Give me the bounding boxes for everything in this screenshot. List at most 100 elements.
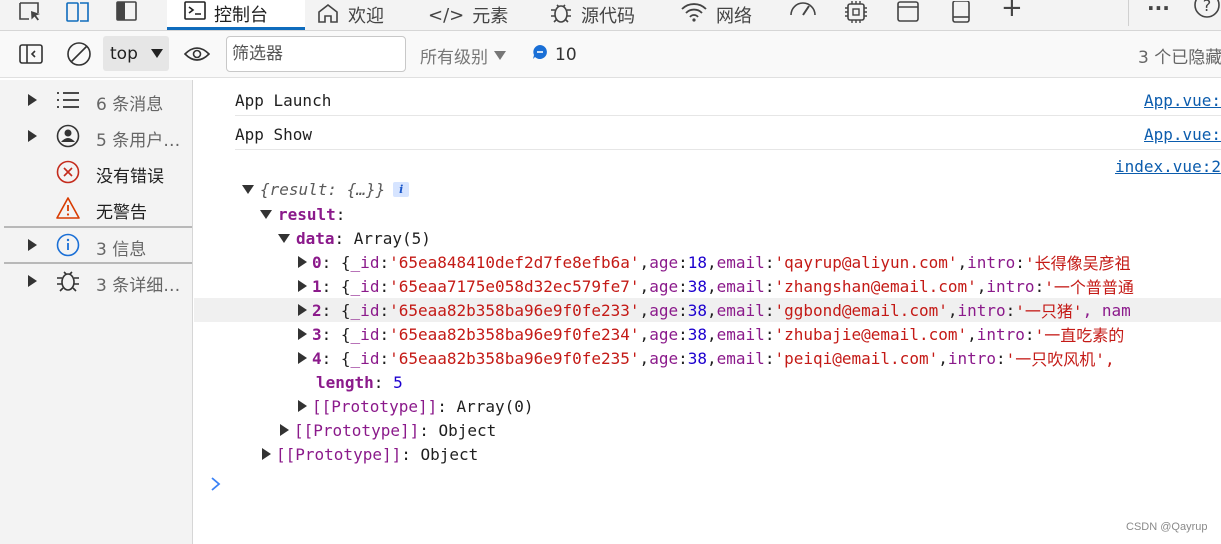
context-selector[interactable]: top (103, 36, 169, 71)
item-intro: '一直吃素的 (1034, 326, 1125, 345)
sidebar-item-errors[interactable]: 没有错误 (0, 154, 192, 190)
sidebar-item-verbose[interactable]: 3 条详细… (0, 263, 192, 299)
home-icon (316, 3, 340, 28)
object-summary: {result: {…}} (260, 179, 386, 199)
issues-counter[interactable]: 10 (531, 43, 577, 66)
property-key: [[Prototype]] (276, 444, 402, 464)
tab-label: 元素 (472, 6, 509, 27)
tab-welcome[interactable]: 欢迎 (316, 0, 384, 30)
context-label: top (110, 43, 138, 64)
console-toolbar: top 所有级别 10 3 个已隐藏 (0, 31, 1221, 78)
clear-console-icon[interactable] (66, 41, 92, 71)
expand-arrow-icon[interactable] (280, 424, 289, 436)
application-icon[interactable] (896, 0, 920, 24)
tab-label: 源代码 (581, 6, 635, 27)
sidebar-item-warnings[interactable]: 无警告 (0, 190, 192, 226)
object-root[interactable]: {result: {…}} i (242, 177, 410, 201)
devtools-tab-bar: 控制台 欢迎 </> 元素 源代码 网络 + ··· ? (0, 0, 1221, 31)
more-options-icon[interactable]: ··· (1147, 0, 1170, 20)
array-item[interactable]: 0: {_id: '65ea848410def2d7fe8efb6a', age… (298, 250, 1131, 274)
svg-text:?: ? (1203, 0, 1212, 15)
toggle-sidebar-icon[interactable] (19, 43, 45, 69)
message-text: App Show (235, 125, 313, 144)
live-expression-icon[interactable] (183, 45, 211, 67)
item-age: 18 (687, 252, 707, 272)
collapse-arrow-icon[interactable] (242, 184, 254, 194)
info-badge-icon[interactable]: i (393, 181, 410, 197)
expand-arrow-icon[interactable] (298, 352, 307, 364)
add-tab-icon[interactable]: + (1001, 0, 1023, 23)
property-key: [[Prototype]] (312, 396, 438, 416)
issues-count: 10 (555, 44, 577, 65)
item-email: 'peiqi@email.com' (774, 348, 939, 368)
source-link[interactable]: App.vue: (1144, 125, 1221, 144)
item-id: '65eaa7175e058d32ec579fe7' (389, 276, 640, 296)
help-icon[interactable]: ? (1193, 0, 1221, 18)
expand-arrow-icon[interactable] (298, 280, 307, 292)
property-value: Array(0) (456, 396, 534, 416)
array-item[interactable]: 1: {_id: '65eaa7175e058d32ec579fe7', age… (298, 274, 1134, 298)
tree-node-prototype[interactable]: [[Prototype]]: Array(0) (298, 394, 534, 418)
collapse-arrow-icon[interactable] (260, 209, 272, 219)
sidebar-item-messages[interactable]: 6 条消息 (0, 82, 192, 118)
bug-icon (55, 268, 81, 294)
expand-arrow-icon[interactable] (28, 239, 37, 251)
sidebar-item-label: 6 条消息 (96, 95, 164, 115)
console-prompt-icon[interactable] (210, 476, 222, 497)
info-icon (55, 232, 81, 258)
tree-node-prototype[interactable]: [[Prototype]]: Object (262, 442, 478, 466)
expand-arrow-icon[interactable] (28, 94, 37, 106)
log-levels-dropdown[interactable]: 所有级别 (420, 43, 506, 68)
tree-node-prototype[interactable]: [[Prototype]]: Object (280, 418, 496, 442)
array-item[interactable]: 4: {_id: '65eaa82b358ba96e9f0fe235', age… (298, 346, 1115, 370)
expand-arrow-icon[interactable] (298, 400, 307, 412)
expand-arrow-icon[interactable] (298, 256, 307, 268)
device-emulation-icon[interactable] (64, 0, 92, 24)
tab-console[interactable]: 控制台 (167, 0, 305, 30)
message-text: App Launch (235, 91, 332, 110)
wifi-icon (680, 2, 708, 28)
code-icon: </> (428, 4, 465, 26)
property-value: Object (438, 420, 497, 440)
sidebar-item-label: 无警告 (96, 203, 147, 223)
source-link[interactable]: App.vue: (1144, 91, 1221, 110)
item-tail: , nam (1082, 300, 1131, 320)
hidden-count: 3 个已隐藏 (1138, 48, 1221, 68)
array-item[interactable]: 2: {_id: '65eaa82b358ba96e9f0fe233', age… (194, 298, 1221, 322)
item-id: '65ea848410def2d7fe8efb6a' (389, 252, 640, 272)
warning-icon (55, 195, 81, 221)
item-index: 3 (312, 324, 322, 344)
tree-node-data[interactable]: data: Array(5) (278, 226, 431, 250)
source-link[interactable]: index.vue:2 (1115, 157, 1221, 176)
inspect-element-icon[interactable] (18, 0, 44, 24)
sidebar-item-info[interactable]: 3 信息 (0, 227, 192, 263)
sidebar-item-label: 5 条用户… (96, 131, 181, 151)
tab-sources[interactable]: 源代码 (549, 0, 635, 30)
dock-side-icon[interactable] (115, 0, 139, 24)
expand-arrow-icon[interactable] (262, 448, 271, 460)
tree-node-result[interactable]: result: (260, 202, 345, 226)
expand-arrow-icon[interactable] (28, 275, 37, 287)
performance-icon[interactable] (789, 0, 817, 24)
property-value: Array(5) (353, 228, 431, 248)
sidebar-item-user-messages[interactable]: 5 条用户… (0, 118, 192, 154)
console-sidebar: 6 条消息 5 条用户… 没有错误 无警告 3 信息 3 条详细… (0, 80, 193, 544)
filter-input[interactable] (226, 36, 406, 72)
memory-icon[interactable] (843, 0, 869, 24)
tab-network[interactable]: 网络 (680, 0, 752, 30)
tab-elements[interactable]: </> 元素 (428, 0, 508, 30)
array-length: length: 5 (316, 372, 403, 392)
divider (1128, 0, 1129, 26)
sidebar-item-label: 3 信息 (96, 240, 147, 260)
device-icon[interactable] (949, 0, 973, 24)
expand-arrow-icon[interactable] (298, 304, 307, 316)
expand-arrow-icon[interactable] (28, 130, 37, 142)
log-levels-label: 所有级别 (420, 48, 488, 68)
console-message: App Launch App.vue: (235, 82, 1221, 116)
issues-icon (531, 43, 549, 66)
console-output: App Launch App.vue: App Show App.vue: in… (194, 80, 1221, 544)
sidebar-item-label: 没有错误 (96, 167, 164, 187)
array-item[interactable]: 3: {_id: '65eaa82b358ba96e9f0fe234', age… (298, 322, 1124, 346)
expand-arrow-icon[interactable] (298, 328, 307, 340)
collapse-arrow-icon[interactable] (278, 233, 290, 243)
